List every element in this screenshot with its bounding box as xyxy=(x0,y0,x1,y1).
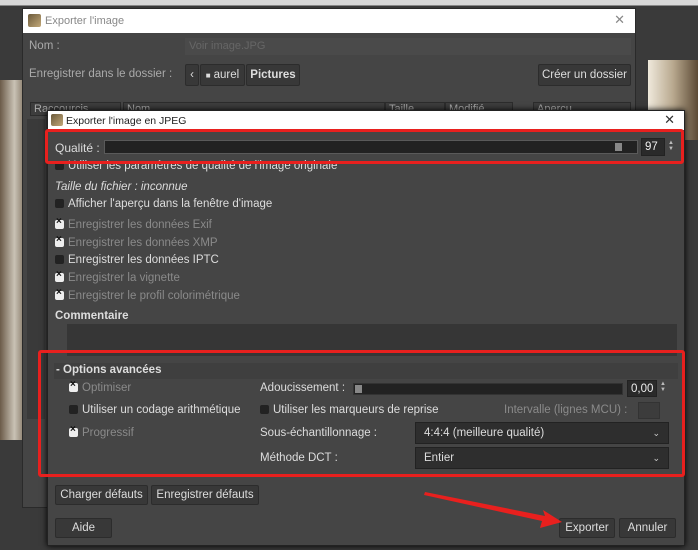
annotation-arrow xyxy=(424,492,562,528)
arrow-icon xyxy=(424,492,562,528)
